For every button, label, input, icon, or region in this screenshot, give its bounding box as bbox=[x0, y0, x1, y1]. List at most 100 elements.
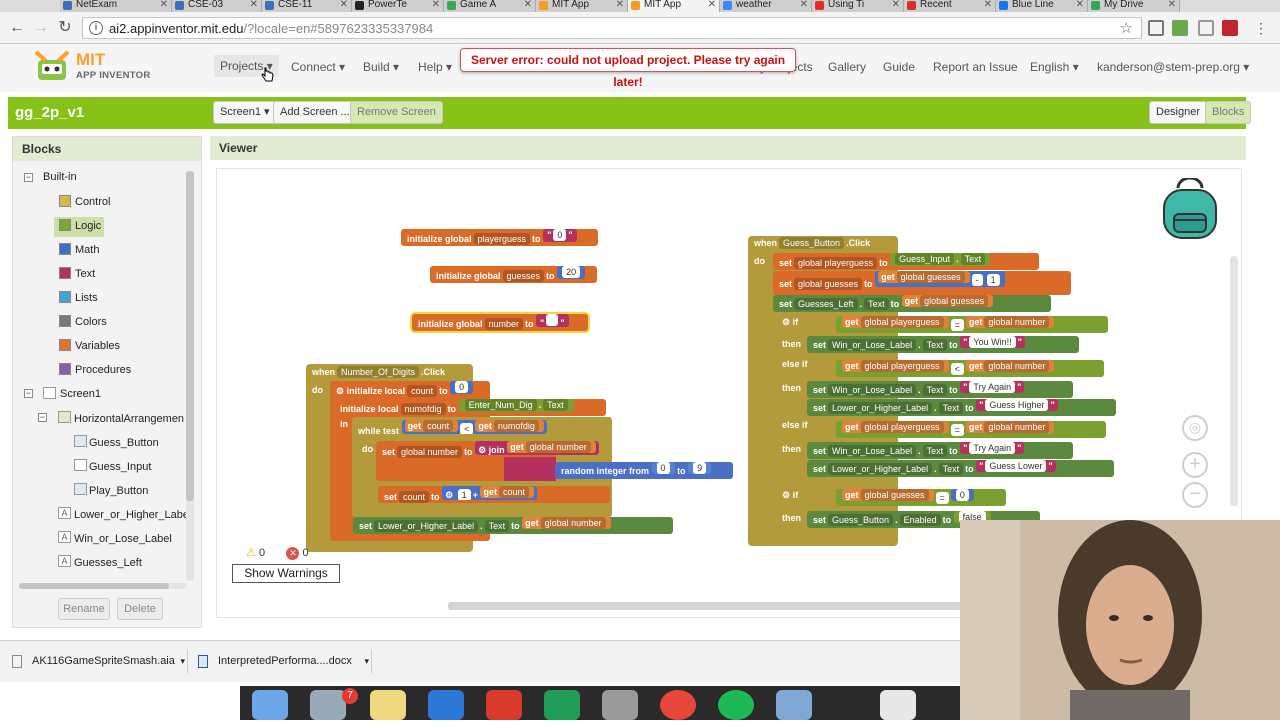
block-set-win-lose[interactable]: set Win_or_Lose_Label. Text to " Try Again " bbox=[807, 442, 1073, 459]
block-set-lower-higher-label[interactable]: set Lower_or_Higher_Label. Text to get globa… bbox=[353, 517, 673, 534]
rename-button[interactable]: Rename bbox=[58, 598, 110, 620]
block-init-global-playerguess[interactable]: initialize global playerguess to " 0 " bbox=[401, 229, 598, 246]
info-icon[interactable]: i bbox=[89, 21, 103, 35]
block-field[interactable]: 0 bbox=[955, 489, 969, 501]
tree-item-guess-input[interactable]: Guess_Input bbox=[89, 461, 151, 473]
zoom-out-icon[interactable]: − bbox=[1182, 482, 1208, 508]
tree-item-arrangement[interactable]: HorizontalArrangemen bbox=[74, 413, 184, 425]
block-compare-eq[interactable]: get global playerguess = get global number bbox=[836, 316, 1108, 333]
block-field[interactable]: Win_or_Lose_Label bbox=[828, 384, 917, 396]
block-get[interactable]: get global guesses bbox=[878, 271, 970, 283]
block-get[interactable]: get global playerguess bbox=[842, 360, 949, 372]
block-field[interactable]: Guesses_Left bbox=[794, 298, 858, 310]
close-icon[interactable]: ✕ bbox=[892, 0, 900, 10]
block-field[interactable]: 0 bbox=[553, 229, 567, 241]
workspace-vertical-scrollbar[interactable] bbox=[1230, 256, 1238, 506]
gear-icon[interactable]: ⚙ bbox=[336, 386, 344, 396]
show-warnings-button[interactable]: Show Warnings bbox=[232, 564, 340, 583]
block-field[interactable]: Text bbox=[922, 384, 948, 396]
block-field[interactable]: - bbox=[971, 274, 983, 286]
gear-icon[interactable]: ⚙ bbox=[478, 445, 486, 455]
browser-tab[interactable]: Game A ✕ bbox=[444, 0, 536, 12]
block-set-playerguess[interactable]: set global playerguess to Guess_Input. Text bbox=[773, 253, 1039, 270]
block-field[interactable]: Text bbox=[960, 253, 986, 265]
block-compare-lt[interactable]: get global playerguess < get global number bbox=[836, 360, 1104, 377]
block-field[interactable]: Win_or_Lose_Label bbox=[828, 339, 917, 351]
help-menu[interactable]: Help ▾ bbox=[418, 60, 452, 74]
remove-screen-button[interactable]: Remove Screen bbox=[350, 101, 443, 124]
block-text-string[interactable]: " Guess Lower " bbox=[976, 460, 1056, 472]
block-number[interactable]: 0 bbox=[450, 381, 474, 394]
browser-tab[interactable]: Using Ti ✕ bbox=[812, 0, 904, 12]
block-get[interactable]: get global playerguess bbox=[842, 421, 949, 433]
block-field[interactable]: numofdig bbox=[400, 403, 446, 415]
block-field[interactable]: 0 bbox=[656, 462, 670, 474]
block-field[interactable]: global guesses bbox=[794, 278, 863, 290]
system-preferences-icon[interactable] bbox=[602, 690, 638, 720]
drawer-text[interactable]: Text bbox=[75, 268, 95, 280]
block-get[interactable]: get global number bbox=[965, 316, 1055, 328]
block-get[interactable]: get count bbox=[480, 486, 534, 498]
block-set-win-lose[interactable]: set Win_or_Lose_Label. Text to " Try Again " bbox=[807, 381, 1073, 398]
block-compare[interactable]: get count < get numofdig bbox=[401, 420, 547, 434]
browser-tab[interactable]: My Drive ✕ bbox=[1088, 0, 1180, 12]
block-text-string[interactable]: " Guess Higher " bbox=[976, 399, 1058, 411]
block-add[interactable]: ⚙ 1 + get count bbox=[442, 486, 537, 500]
excel-icon[interactable] bbox=[544, 690, 580, 720]
block-field[interactable]: guesses bbox=[502, 270, 545, 282]
block-field[interactable]: Lower_or_Higher_Label bbox=[374, 520, 479, 532]
block-field[interactable]: numofdig bbox=[493, 420, 539, 432]
block-field[interactable]: global playerguess bbox=[860, 360, 944, 372]
block-text-string[interactable]: " Try Again " bbox=[960, 442, 1025, 454]
chrome-icon[interactable] bbox=[660, 690, 696, 720]
block-field[interactable]: global guesses bbox=[860, 489, 929, 501]
drawer-lists[interactable]: Lists bbox=[75, 292, 98, 304]
extension-icon[interactable] bbox=[1172, 20, 1188, 36]
reload-icon[interactable]: ↻ bbox=[54, 17, 76, 39]
block-field[interactable]: Guess_Button bbox=[779, 237, 845, 249]
block-field[interactable]: global guesses bbox=[896, 271, 965, 283]
block-set-guesses-left[interactable]: set Guesses_Left. Text to get global guesses bbox=[773, 295, 1051, 312]
block-field[interactable]: count bbox=[423, 420, 454, 432]
block-field[interactable]: Text bbox=[484, 520, 510, 532]
block-text-string[interactable]: " Try Again " bbox=[960, 381, 1025, 393]
block-field[interactable]: < bbox=[950, 363, 964, 375]
extension-icon[interactable] bbox=[1198, 20, 1214, 36]
close-icon[interactable]: ✕ bbox=[1168, 0, 1176, 10]
block-field[interactable]: < bbox=[460, 423, 474, 434]
block-get[interactable]: get global number bbox=[965, 360, 1055, 372]
close-icon[interactable]: ✕ bbox=[340, 0, 348, 10]
back-icon[interactable]: ← bbox=[6, 17, 28, 39]
address-bar[interactable]: i ai2.appinventor.mit.edu/?locale=en#589… bbox=[82, 17, 1142, 39]
collapse-icon[interactable]: − bbox=[24, 389, 33, 398]
block-set-win-lose[interactable]: set Win_or_Lose_Label. Text to " You Win!! " bbox=[807, 336, 1079, 353]
tree-item-label[interactable]: Win_or_Lose_Label bbox=[74, 533, 172, 545]
block-field[interactable]: global playerguess bbox=[860, 421, 944, 433]
drawer-variables[interactable]: Variables bbox=[75, 340, 120, 352]
language-menu[interactable]: English ▾ bbox=[1030, 60, 1079, 74]
block-field[interactable]: Text bbox=[922, 445, 948, 457]
block-field[interactable] bbox=[546, 314, 559, 326]
block-get[interactable]: get global playerguess bbox=[842, 316, 949, 328]
recenter-icon[interactable]: ◎ bbox=[1182, 415, 1208, 441]
block-field[interactable]: = bbox=[935, 492, 949, 504]
close-icon[interactable]: ✕ bbox=[1076, 0, 1084, 10]
blocks-button[interactable]: Blocks bbox=[1205, 101, 1252, 124]
block-field[interactable]: 0 bbox=[455, 381, 469, 393]
block-field[interactable]: 9 bbox=[693, 462, 707, 474]
block-field[interactable]: Text bbox=[938, 463, 964, 475]
block-field[interactable]: count bbox=[498, 486, 529, 498]
block-field[interactable]: count bbox=[407, 385, 438, 397]
block-field[interactable]: number bbox=[484, 318, 524, 330]
block-field[interactable]: Guess Higher bbox=[985, 399, 1049, 411]
block-field[interactable]: global number bbox=[984, 421, 1050, 433]
block-compare-eq[interactable]: get global guesses = 0 bbox=[836, 489, 1006, 506]
close-icon[interactable]: ✕ bbox=[432, 0, 440, 10]
block-join[interactable]: ⚙ join get global number bbox=[475, 441, 599, 455]
block-field[interactable]: = bbox=[950, 319, 964, 331]
block-get[interactable]: get count bbox=[404, 420, 459, 432]
block-number[interactable]: 0 bbox=[651, 462, 675, 474]
app-inventor-logo[interactable] bbox=[32, 48, 72, 84]
block-field[interactable]: Guess_Button bbox=[828, 514, 894, 526]
browser-tab[interactable]: weather ✕ bbox=[720, 0, 812, 12]
